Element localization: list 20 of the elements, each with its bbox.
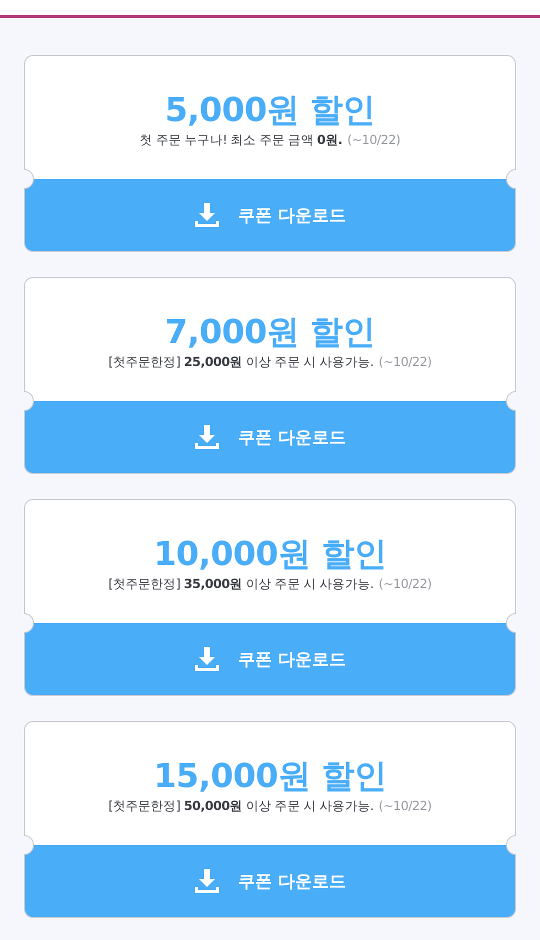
coupon-period: (~10/22) xyxy=(378,576,432,594)
coupon-download-button[interactable]: 쿠폰 다운로드 xyxy=(25,623,515,695)
coupon-download-button[interactable]: 쿠폰 다운로드 xyxy=(25,179,515,251)
coupon-condition: [첫주문한정] 35,000원 이상 주문 시 사용가능. xyxy=(108,576,374,594)
coupon-download-button[interactable]: 쿠폰 다운로드 xyxy=(25,845,515,917)
download-icon xyxy=(194,868,220,894)
coupon-condition: [첫주문한정] 25,000원 이상 주문 시 사용가능. xyxy=(108,354,374,372)
coupon-period: (~10/22) xyxy=(378,354,432,372)
discount-amount: 15,000원 할인 xyxy=(154,758,386,794)
download-icon xyxy=(194,202,220,228)
coupon-condition: 첫 주문 누구나! 최소 주문 금액 0원. xyxy=(140,132,342,150)
discount-amount: 7,000원 할인 xyxy=(164,314,376,350)
discount-amount: 5,000원 할인 xyxy=(164,92,376,128)
discount-amount: 10,000원 할인 xyxy=(154,536,386,572)
download-icon xyxy=(194,646,220,672)
download-icon xyxy=(194,424,220,450)
coupon-condition: [첫주문한정] 50,000원 이상 주문 시 사용가능. xyxy=(108,798,374,816)
coupon-period: (~10/22) xyxy=(378,798,432,816)
coupon-period: (~10/22) xyxy=(347,132,400,150)
coupon-download-button[interactable]: 쿠폰 다운로드 xyxy=(25,401,515,473)
